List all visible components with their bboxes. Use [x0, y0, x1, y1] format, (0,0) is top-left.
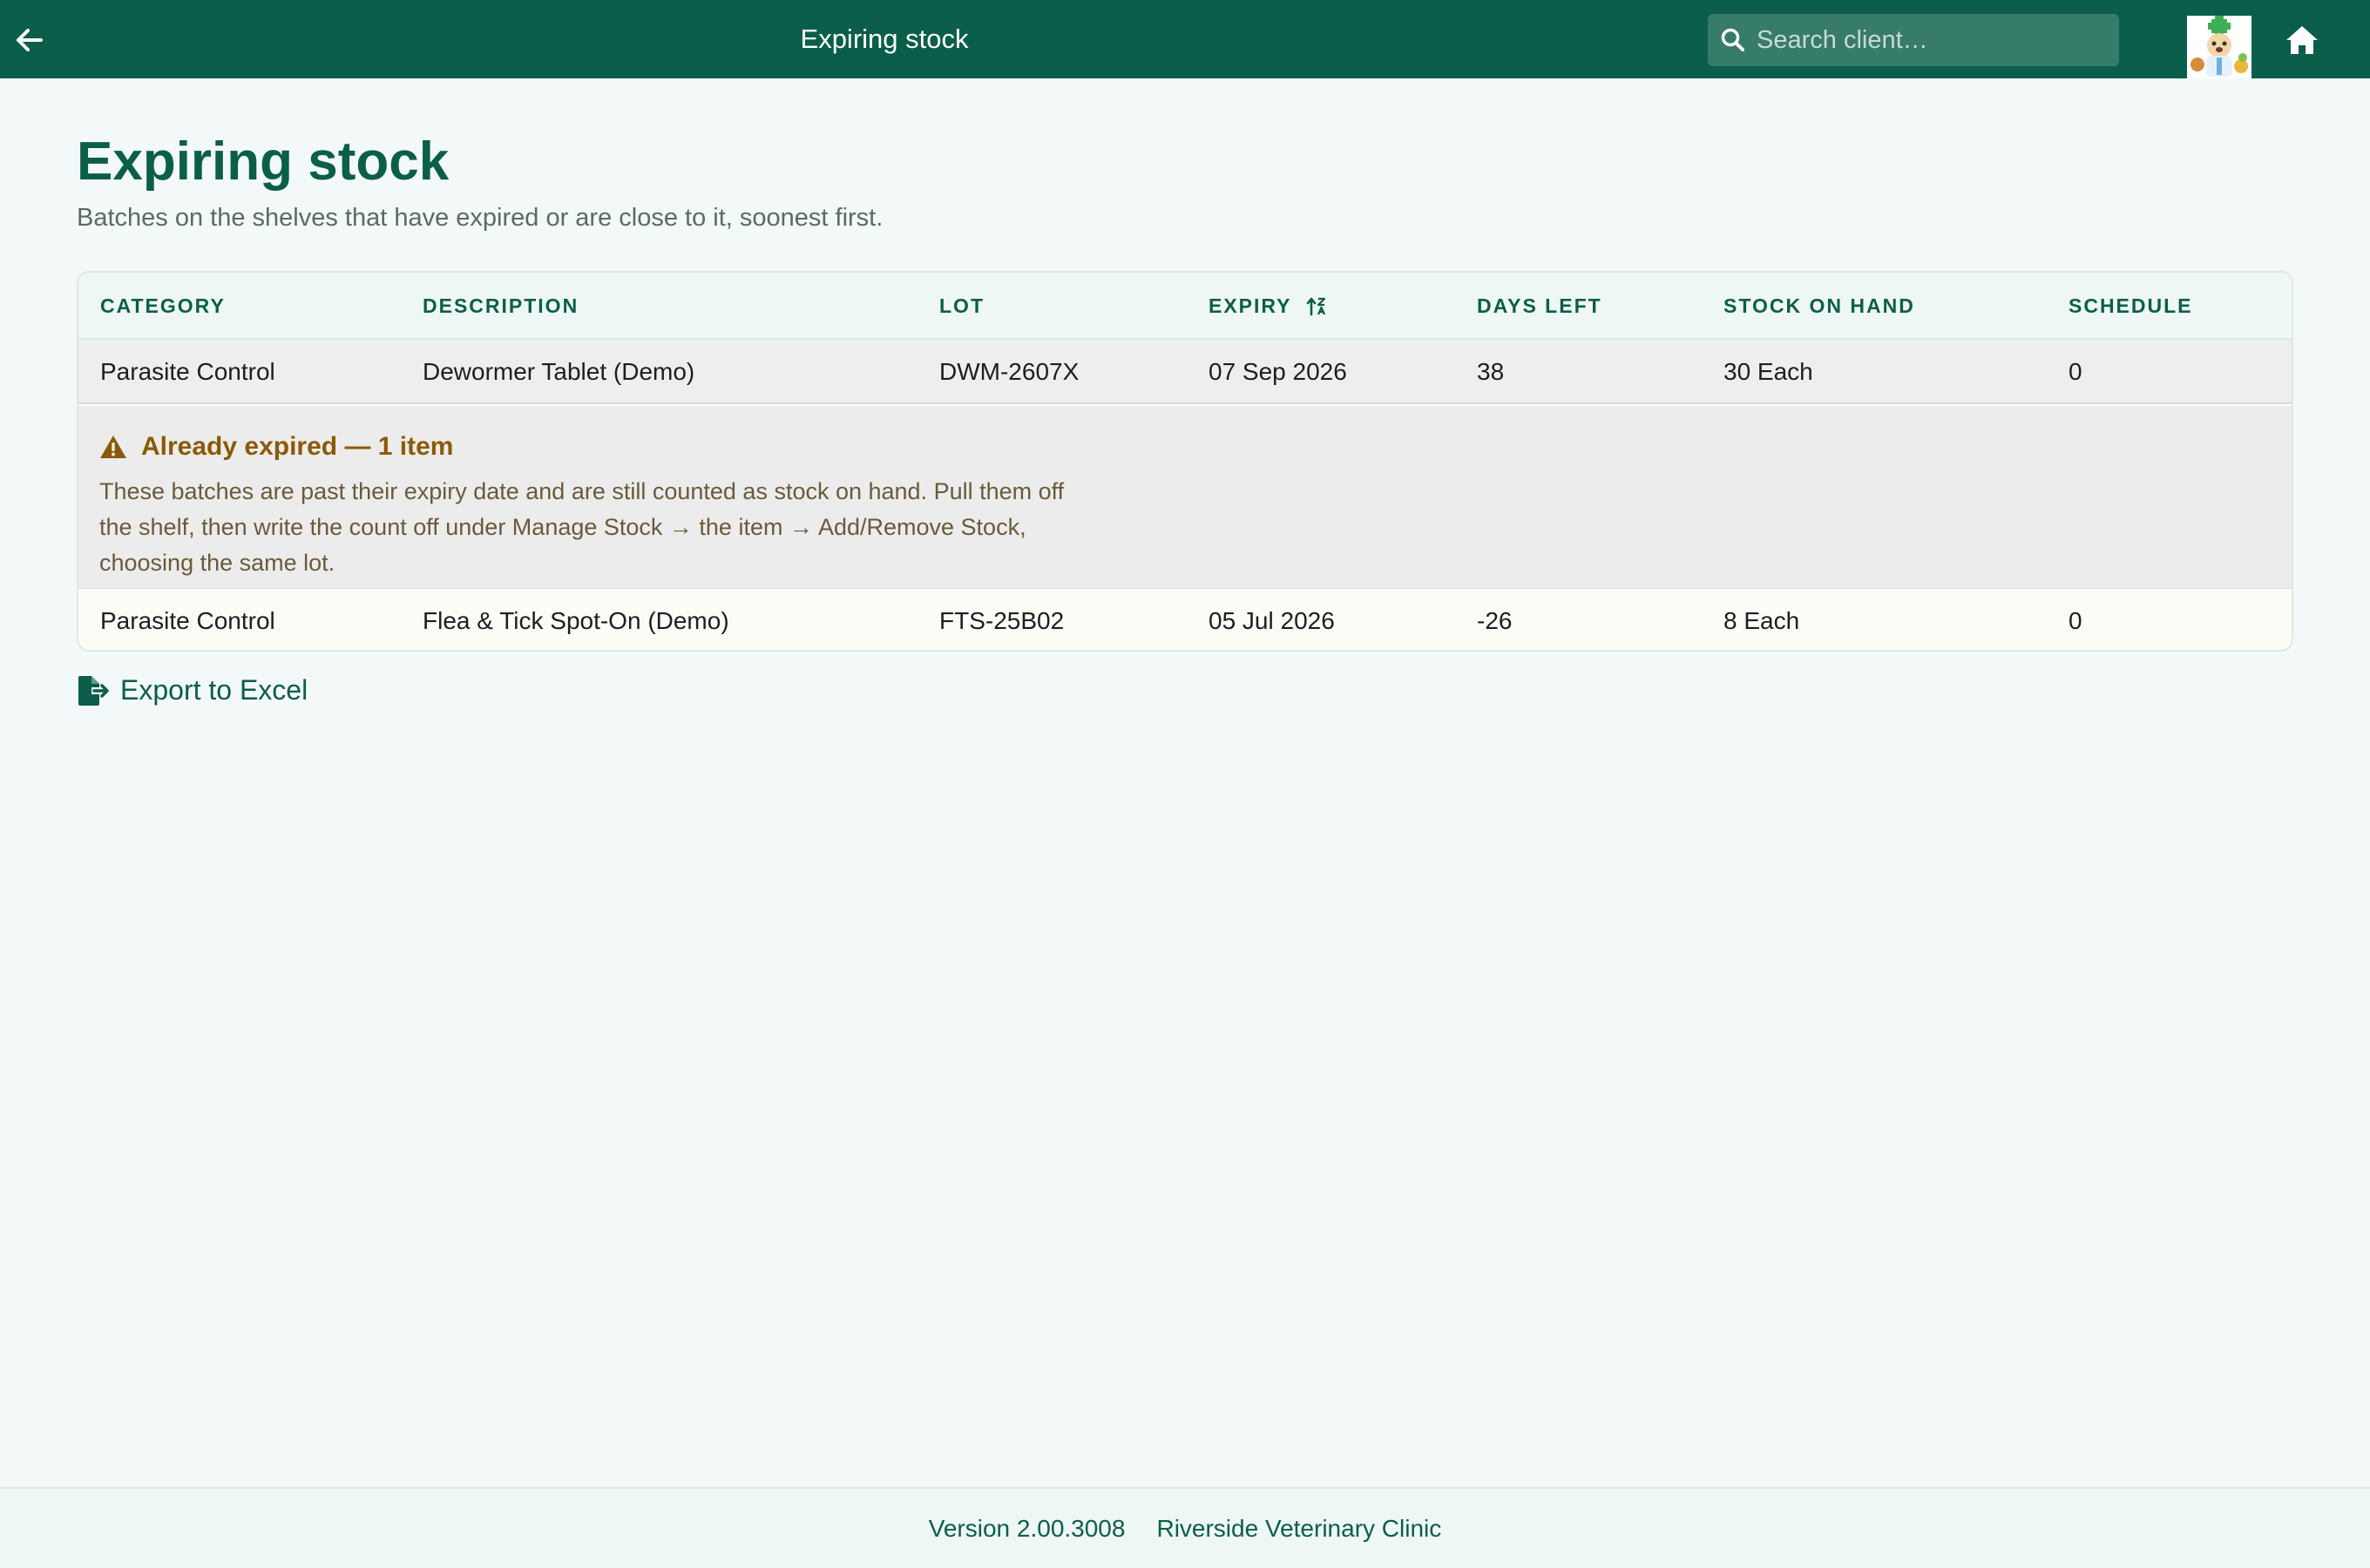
clinic-avatar[interactable]: [2187, 16, 2252, 78]
cell-lot: FTS-25B02: [939, 607, 1065, 634]
cell-days-left: -26: [1477, 607, 1513, 634]
expired-group-title: Already expired — 1 item: [141, 432, 454, 461]
expiring-stock-table: CATEGORY DESCRIPTION LOT EXPIRY DAYS LEF…: [77, 271, 2293, 652]
sort-ascending-icon: [1306, 297, 1325, 315]
cell-expiry: 07 Sep 2026: [1209, 358, 1347, 385]
cell-category: Parasite Control: [100, 607, 275, 634]
column-header-lot[interactable]: LOT: [939, 273, 985, 340]
expired-group-heading: Already expired — 1 item: [99, 432, 453, 462]
column-header-stock-on-hand[interactable]: STOCK ON HAND: [1723, 273, 1915, 340]
cell-description: Flea & Tick Spot-On (Demo): [423, 607, 729, 634]
column-header-expiry[interactable]: EXPIRY: [1209, 273, 1327, 340]
column-header-days-left[interactable]: DAYS LEFT: [1477, 273, 1602, 340]
export-to-excel-link[interactable]: Export to Excel: [77, 674, 308, 706]
column-header-expiry-label: EXPIRY: [1209, 294, 1292, 317]
clinic-name: Riverside Veterinary Clinic: [1156, 1514, 1442, 1542]
cell-schedule: 0: [2069, 607, 2082, 634]
cell-stock-on-hand: 30 Each: [1723, 358, 1813, 385]
table-row-expired[interactable]: Parasite Control Flea & Tick Spot-On (De…: [78, 589, 2292, 650]
file-export-icon: [77, 675, 110, 706]
footer: Version 2.00.3008 Riverside Veterinary C…: [0, 1487, 2370, 1568]
cell-schedule: 0: [2069, 358, 2082, 385]
search-icon: [1721, 28, 1744, 51]
cell-lot: DWM-2607X: [939, 358, 1080, 385]
version-label: Version 2.00.3008: [928, 1514, 1126, 1542]
app-bar-title: Expiring stock: [800, 24, 969, 54]
warning-icon: [99, 435, 127, 459]
export-to-excel-label: Export to Excel: [120, 674, 308, 706]
top-app-bar: Expiring stock: [0, 0, 2370, 78]
cell-expiry: 05 Jul 2026: [1209, 607, 1335, 634]
table-header: CATEGORY DESCRIPTION LOT EXPIRY DAYS LEF…: [78, 273, 2292, 340]
table-row[interactable]: Parasite Control Dewormer Tablet (Demo) …: [78, 340, 2292, 404]
home-icon: [2286, 26, 2318, 54]
cell-days-left: 38: [1477, 358, 1505, 385]
page-title: Expiring stock: [77, 132, 450, 192]
client-search[interactable]: [1708, 14, 2119, 66]
already-expired-banner: Already expired — 1 item These batches a…: [78, 406, 2292, 589]
home-button[interactable]: [2283, 21, 2321, 59]
vet-mascot-icon: [2187, 16, 2252, 78]
column-header-schedule[interactable]: SCHEDULE: [2069, 273, 2193, 340]
cell-description: Dewormer Tablet (Demo): [423, 358, 695, 385]
page-subtitle: Batches on the shelves that have expired…: [77, 204, 884, 232]
column-header-description[interactable]: DESCRIPTION: [423, 273, 579, 340]
cell-stock-on-hand: 8 Each: [1723, 607, 1800, 634]
search-input[interactable]: [1757, 25, 2105, 55]
column-header-category[interactable]: CATEGORY: [100, 273, 226, 340]
expired-group-note: These batches are past their expiry date…: [99, 478, 1065, 576]
cell-category: Parasite Control: [100, 358, 275, 385]
